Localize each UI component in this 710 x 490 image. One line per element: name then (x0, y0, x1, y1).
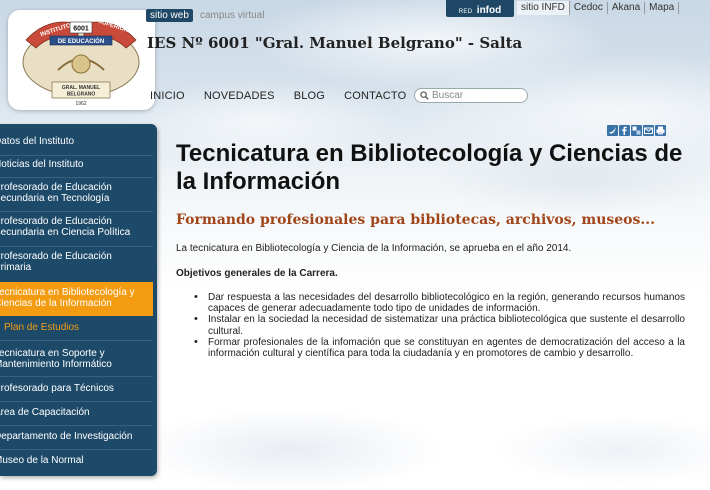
list-item: Dar respuesta a las necesidades del desa… (193, 292, 685, 314)
sidebar-item-label-line2: Mantenimiento Informático (0, 359, 112, 370)
link-mapa[interactable]: Mapa (645, 2, 680, 14)
sidebar-item-prof-primaria[interactable]: Profesorado de Educación Primaria (0, 251, 153, 273)
site-title[interactable]: IES Nº 6001 "Gral. Manuel Belgrano" - Sa… (147, 34, 522, 52)
objectives-heading: Objetivos generales de la Carrera. (176, 268, 338, 279)
sidebar-item-label-line1: Tecnicatura en Bibliotecología y (0, 287, 135, 298)
link-cedoc[interactable]: Cedoc (570, 2, 608, 14)
page-subtitle: Formando profesionales para bibliotecas,… (176, 212, 656, 228)
sidebar-item-investigacion[interactable]: Departamento de Investigación (0, 431, 153, 442)
top-links: sitio INFD Cedoc Akana Mapa (517, 1, 680, 15)
sidebar-item-label: Plan de Estudios (4, 322, 80, 333)
logo-year-text: 1962 (75, 101, 86, 107)
sidebar-item-datos-instituto[interactable]: Datos del Instituto (0, 136, 153, 147)
sidebar-divider (0, 401, 153, 402)
email-icon[interactable] (643, 125, 654, 136)
sidebar-divider (0, 177, 153, 178)
sidebar-divider (0, 376, 153, 377)
search-input[interactable] (432, 89, 522, 102)
nav-blog[interactable]: BLOG (294, 90, 325, 102)
sidebar-item-label: Area de Capacitación (0, 407, 90, 418)
red-infod-big-text: infod (476, 5, 502, 16)
share-icons (607, 125, 666, 136)
search-box[interactable] (414, 88, 528, 103)
sidebar-item-plan-estudios[interactable]: Plan de Estudios (0, 322, 153, 333)
sidebar-item-label: Noticias del Instituto (0, 159, 84, 170)
sidebar-divider (0, 155, 153, 156)
sidebar-item-prof-tecnologia[interactable]: Profesorado de Educación Secundaria en T… (0, 182, 153, 204)
sidebar-divider (0, 211, 153, 212)
logo-number-text: 6001 (73, 26, 89, 33)
sidebar-item-label-line1: Profesorado de Educación (0, 182, 112, 193)
search-icon (420, 91, 429, 100)
logo-ribbon-line1: GRAL. MANUEL (62, 85, 100, 91)
sidebar-item-tec-soporte[interactable]: Tecnicatura en Soporte y Mantenimiento I… (0, 348, 153, 370)
list-item: Instalar en la sociedad la necesidad de … (193, 314, 685, 336)
sidebar-item-capacitacion[interactable]: Area de Capacitación (0, 407, 153, 418)
main-nav: INICIO NOVEDADES BLOG CONTACTO (150, 90, 425, 102)
list-item: Formar profesionales de la infomación qu… (193, 337, 685, 359)
sidebar-item-prof-tecnicos[interactable]: Profesorado para Técnicos (0, 383, 153, 394)
logo-ribbon-line2: BELGRANO (67, 92, 96, 98)
facebook-icon[interactable] (619, 125, 630, 136)
sidebar-item-label-line1: Tecnicatura en Soporte y (0, 348, 105, 359)
sidebar-divider (0, 340, 153, 341)
nav-novedades[interactable]: NOVEDADES (204, 90, 275, 102)
link-akana[interactable]: Akana (608, 2, 646, 14)
red-infod-small-text: RED (458, 9, 473, 15)
tab-campus-virtual[interactable]: campus virtual (200, 9, 264, 22)
sidebar-item-label-line1: Profesorado de Educación (0, 251, 112, 262)
sidebar-item-tec-bibliotecologia[interactable]: Tecnicatura en Bibliotecología y Ciencia… (0, 282, 153, 316)
sidebar-item-label-line2: Secundaria en Tecnología (0, 193, 110, 204)
sidebar: Datos del Instituto Noticias del Institu… (0, 124, 157, 476)
delicious-icon[interactable] (631, 125, 642, 136)
sidebar-item-museo[interactable]: Museo de la Normal (0, 455, 153, 466)
sidebar-divider (0, 449, 153, 450)
sidebar-item-label: Departamento de Investigación (0, 431, 133, 442)
print-icon[interactable] (655, 125, 666, 136)
sidebar-item-label-line1: Profesorado de Educación (0, 216, 112, 227)
link-sitio-infd[interactable]: sitio INFD (517, 1, 570, 15)
sidebar-item-label: Profesorado para Técnicos (0, 383, 114, 394)
nav-contacto[interactable]: CONTACTO (344, 90, 406, 102)
sidebar-item-noticias[interactable]: Noticias del Instituto (0, 159, 153, 170)
objectives-list: Dar respuesta a las necesidades del desa… (193, 292, 685, 359)
page-title: Tecnicatura en Bibliotecología y Ciencia… (176, 140, 683, 195)
logo-banner-text: DE EDUCACIÓN (58, 37, 104, 45)
logo-emblem: INSTITUTO SUPERIOR 6001 DE EDUCACIÓN GRA… (22, 19, 140, 107)
sidebar-item-prof-ciencia-politica[interactable]: Profesorado de Educación Secundaria en C… (0, 216, 153, 238)
institute-logo[interactable]: INSTITUTO SUPERIOR 6001 DE EDUCACIÓN GRA… (8, 10, 155, 110)
intro-text: La tecnicatura en Bibliotecología y Cien… (176, 243, 572, 254)
nav-inicio[interactable]: INICIO (150, 90, 185, 102)
sidebar-divider (0, 246, 153, 247)
sidebar-item-label-line2: Ciencias de la Información (0, 298, 112, 309)
red-infod-link[interactable]: RED infod (446, 0, 514, 17)
sidebar-item-label-line2: Secundaria en Ciencia Política (0, 227, 131, 238)
sidebar-item-label-line2: Primaria (0, 262, 32, 273)
sidebar-divider (0, 425, 153, 426)
sidebar-item-label: Museo de la Normal (0, 455, 84, 466)
twitter-icon[interactable] (607, 125, 618, 136)
sidebar-item-label: Datos del Instituto (0, 136, 75, 147)
tab-sitio-web[interactable]: sitio web (146, 9, 193, 22)
